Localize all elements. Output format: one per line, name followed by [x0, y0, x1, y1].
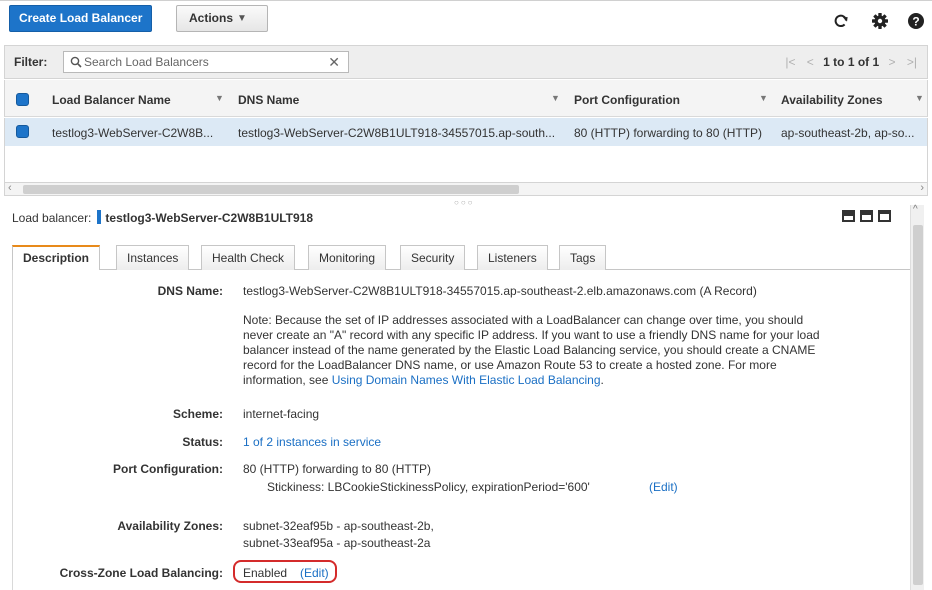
scrollbar-thumb[interactable] [23, 185, 519, 194]
filter-label: Filter: [14, 55, 48, 69]
create-load-balancer-button[interactable]: Create Load Balancer [9, 5, 153, 32]
help-icon[interactable]: ? [907, 12, 925, 30]
chevron-down-icon[interactable]: ▼ [759, 93, 768, 103]
scheme-value: internet-facing [243, 407, 320, 421]
first-page-icon[interactable]: |< [785, 55, 795, 69]
pane-splitter-handle[interactable]: ○○○ [454, 198, 475, 207]
column-header-name[interactable]: Load Balancer Name [52, 93, 171, 107]
pager-count: 1 to 1 of 1 [823, 55, 880, 69]
search-input[interactable] [84, 54, 324, 70]
scrollbar-thumb[interactable] [913, 225, 923, 585]
dns-name-label: DNS Name: [157, 284, 223, 298]
tab-description[interactable]: Description [12, 245, 101, 272]
detail-title-prefix: Load balancer: [12, 211, 92, 225]
layout-full-icon[interactable] [842, 210, 855, 222]
detail-title: Load balancer: testlog3-WebServer-C2W8B1U… [12, 210, 313, 225]
dns-note: Note: Because the set of IP addresses as… [243, 313, 833, 388]
scheme-label: Scheme: [172, 407, 223, 421]
availability-zone-1: subnet-32eaf95b - ap-southeast-2b, [243, 519, 434, 533]
refresh-icon[interactable] [832, 12, 850, 30]
tab-security[interactable]: Security [400, 245, 466, 271]
svg-text:?: ? [912, 15, 919, 29]
layout-bottom-icon[interactable] [878, 210, 891, 222]
layout-switcher [842, 210, 896, 225]
cell-dns: testlog3-WebServer-C2W8B1ULT918-34557015… [238, 126, 556, 140]
tab-tags[interactable]: Tags [559, 245, 607, 271]
chevron-down-icon[interactable]: ▼ [551, 93, 560, 103]
horizontal-scrollbar[interactable]: ‹ › [4, 182, 928, 196]
port-configuration-label: Port Configuration: [113, 462, 223, 476]
tab-health-check[interactable]: Health Check [201, 245, 296, 271]
select-all-checkbox[interactable] [16, 93, 29, 106]
search-box[interactable]: ✕ [63, 51, 349, 73]
status-link[interactable]: 1 of 2 instances in service [243, 435, 381, 450]
table-header: Load Balancer Name ▼ DNS Name ▼ Port Con… [4, 80, 928, 117]
name-marker [97, 210, 102, 224]
last-page-icon[interactable]: >| [907, 55, 917, 69]
highlight-annotation [233, 560, 337, 583]
availability-zones-label: Availability Zones: [117, 519, 223, 533]
toolbar: Create Load Balancer Actions ▼ ? [0, 0, 932, 40]
status-label: Status: [182, 435, 223, 449]
cell-name: testlog3-WebServer-C2W8B... [52, 126, 214, 140]
actions-dropdown-button[interactable]: Actions ▼ [176, 5, 268, 32]
column-header-zones[interactable]: Availability Zones [781, 93, 883, 107]
port-configuration-value: 80 (HTTP) forwarding to 80 (HTTP) [243, 462, 432, 476]
dns-note-end: . [600, 373, 604, 387]
actions-label: Actions [189, 11, 234, 25]
chevron-right-icon[interactable]: › [920, 182, 924, 194]
tab-instances[interactable]: Instances [116, 245, 190, 271]
next-page-icon[interactable]: > [889, 55, 896, 69]
detail-tabs: Description Instances Health Check Monit… [12, 240, 910, 272]
row-checkbox[interactable] [16, 125, 29, 138]
filter-bar: Filter: ✕ |< < 1 to 1 of 1 > >| [4, 45, 928, 79]
cell-port: 80 (HTTP) forwarding to 80 (HTTP) [574, 126, 763, 140]
column-header-dns[interactable]: DNS Name [238, 93, 299, 107]
chevron-down-icon: ▼ [237, 13, 247, 24]
table-row[interactable]: testlog3-WebServer-C2W8B... testlog3-Web… [4, 118, 928, 146]
chevron-up-icon[interactable]: ^ [913, 204, 918, 215]
cell-zones: ap-southeast-2b, ap-so... [781, 126, 915, 140]
stickiness-value: Stickiness: LBCookieStickinessPolicy, ex… [267, 480, 590, 494]
gear-icon[interactable] [871, 12, 889, 30]
description-panel: DNS Name: testlog3-WebServer-C2W8B1ULT91… [12, 270, 910, 590]
search-icon [70, 56, 82, 68]
chevron-left-icon[interactable]: ‹ [8, 182, 12, 194]
availability-zone-2: subnet-33eaf95a - ap-southeast-2a [243, 536, 431, 550]
column-header-port[interactable]: Port Configuration [574, 93, 680, 107]
domain-names-link[interactable]: Using Domain Names With Elastic Load Bal… [332, 373, 601, 387]
stickiness-edit-link[interactable]: (Edit) [649, 480, 678, 495]
tab-listeners[interactable]: Listeners [477, 245, 548, 271]
previous-page-icon[interactable]: < [807, 55, 814, 69]
chevron-down-icon[interactable]: ▼ [915, 93, 924, 103]
detail-title-name: testlog3-WebServer-C2W8B1ULT918 [105, 211, 314, 225]
tab-monitoring[interactable]: Monitoring [308, 245, 387, 271]
close-icon[interactable]: ✕ [328, 54, 340, 70]
vertical-scrollbar[interactable]: ^ [910, 204, 924, 590]
table-body [4, 146, 928, 182]
layout-split-icon[interactable] [860, 210, 873, 222]
cross-zone-label: Cross-Zone Load Balancing: [59, 566, 223, 580]
pagination: |< < 1 to 1 of 1 > >| [785, 55, 917, 69]
dns-name-value: testlog3-WebServer-C2W8B1ULT918-34557015… [243, 284, 757, 298]
chevron-down-icon[interactable]: ▼ [215, 93, 224, 103]
